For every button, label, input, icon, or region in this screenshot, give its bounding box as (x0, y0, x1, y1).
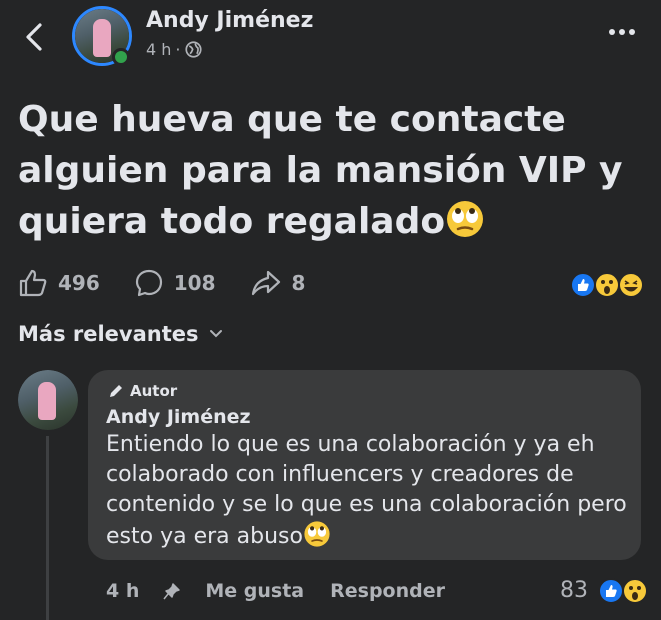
comment-author-avatar[interactable] (18, 370, 78, 430)
more-options-icon[interactable] (604, 20, 640, 44)
like-reaction-icon (570, 272, 596, 298)
share-arrow-icon (251, 270, 280, 296)
comment-text: Entiendo lo que es una colaboración y ya… (106, 430, 631, 552)
comment-text-content: Entiendo lo que es una colaboración y ya… (106, 432, 627, 549)
pin-icon[interactable] (163, 582, 181, 600)
rolling-eyes-emoji-icon (304, 521, 330, 547)
post-actions: 496 108 8 (18, 266, 339, 300)
post-text: Que hueva que te contacte alguien para l… (18, 94, 648, 247)
author-badge-label: Autor (130, 382, 178, 400)
comment-like-button[interactable]: Me gusta (205, 580, 304, 602)
comment-button[interactable]: 108 (134, 268, 216, 298)
sort-label: Más relevantes (18, 322, 199, 346)
comment-time[interactable]: 4 h (106, 580, 139, 602)
avatar-photo (18, 370, 78, 430)
post-author-name[interactable]: Andy Jiménez (146, 8, 313, 33)
meta-separator: · (175, 40, 181, 59)
share-button[interactable]: 8 (250, 268, 306, 298)
wow-reaction-icon (594, 272, 620, 298)
wow-reaction-icon (622, 578, 648, 604)
comment-reply-button[interactable]: Responder (330, 580, 445, 602)
author-badge: Autor (108, 382, 177, 400)
pencil-icon (110, 385, 122, 397)
back-chevron-icon[interactable] (22, 22, 48, 52)
thumbs-up-icon (19, 269, 47, 297)
comment-reactions-summary[interactable] (598, 576, 652, 606)
globe-icon (184, 41, 202, 58)
comments-sort-dropdown[interactable]: Más relevantes (18, 322, 223, 346)
like-reaction-icon (598, 578, 624, 604)
comment-author-name[interactable]: Andy Jiménez (106, 406, 251, 428)
post-meta: 4 h · (146, 40, 202, 59)
comment-bubble-icon (135, 269, 162, 297)
comment-reaction-count[interactable]: 83 (560, 578, 588, 603)
share-count: 8 (291, 271, 306, 295)
chevron-down-icon (209, 330, 222, 338)
post-time[interactable]: 4 h (146, 40, 171, 59)
post-text-content: Que hueva que te contacte alguien para l… (18, 99, 623, 242)
comment-actions: 4 h Me gusta Responder (106, 580, 471, 602)
rolling-eyes-emoji-icon (447, 201, 484, 237)
online-status-indicator (112, 48, 130, 66)
post-reactions-summary[interactable] (570, 270, 646, 300)
haha-reaction-icon (618, 272, 644, 298)
comment-thread-line (46, 436, 49, 620)
like-count: 496 (58, 271, 100, 295)
like-button[interactable]: 496 (18, 268, 100, 298)
comment-count: 108 (173, 271, 216, 295)
